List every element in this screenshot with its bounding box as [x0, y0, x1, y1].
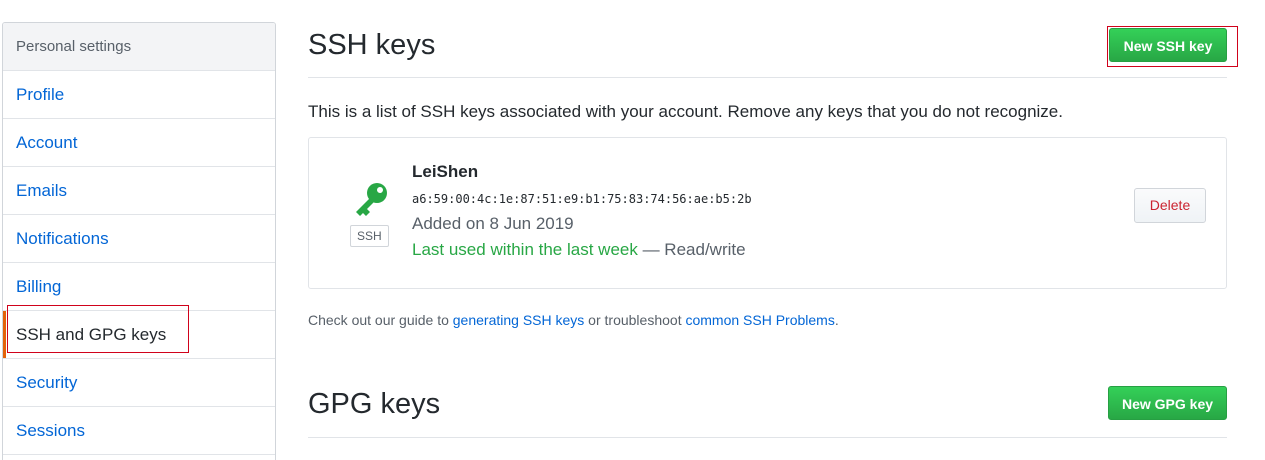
sidebar-item-notifications[interactable]: Notifications — [3, 215, 275, 263]
new-ssh-key-button[interactable]: New SSH key — [1109, 28, 1227, 62]
sidebar-item-sessions[interactable]: Sessions — [3, 407, 275, 455]
gpg-keys-title: GPG keys — [308, 388, 441, 420]
key-added-date: Added on 8 Jun 2019 — [412, 214, 574, 233]
sidebar-item-billing[interactable]: Billing — [3, 263, 275, 311]
gpg-section-header: GPG keys New GPG key — [308, 360, 1227, 438]
guide-suffix: . — [834, 312, 839, 328]
sidebar-item-account[interactable]: Account — [3, 119, 275, 167]
main-content: SSH keys New SSH key This is a list of S… — [308, 0, 1238, 438]
sidebar-header: Personal settings — [3, 23, 275, 71]
sidebar-item-ssh-gpg-keys[interactable]: SSH and GPG keys — [3, 311, 275, 359]
key-last-used: Last used within the last week — Read/wr… — [412, 240, 746, 260]
generating-ssh-keys-link[interactable]: generating SSH keys — [453, 312, 585, 328]
delete-key-button[interactable]: Delete — [1134, 188, 1206, 223]
guide-prefix: Check out our guide to — [308, 312, 453, 328]
key-access-level: — Read/write — [637, 240, 746, 259]
ssh-intro-text: This is a list of SSH keys associated wi… — [308, 102, 1063, 121]
key-fingerprint: a6:59:00:4c:1e:87:51:e9:b1:75:83:74:56:a… — [412, 192, 752, 206]
settings-sidebar: Personal settings Profile Account Emails… — [2, 22, 276, 460]
new-gpg-key-button[interactable]: New GPG key — [1108, 386, 1227, 420]
ssh-key-item: SSH LeiShen a6:59:00:4c:1e:87:51:e9:b1:7… — [308, 137, 1227, 289]
sidebar-item-profile[interactable]: Profile — [3, 71, 275, 119]
common-ssh-problems-link[interactable]: common SSH Problems — [685, 312, 834, 328]
key-icon — [351, 180, 391, 220]
key-title: LeiShen — [412, 162, 479, 181]
ssh-badge: SSH — [350, 225, 389, 247]
guide-middle: or troubleshoot — [584, 312, 686, 328]
ssh-guide-text: Check out our guide to generating SSH ke… — [308, 312, 839, 328]
sidebar-item-emails[interactable]: Emails — [3, 167, 275, 215]
ssh-section-header: SSH keys New SSH key — [308, 0, 1227, 78]
sidebar-item-security[interactable]: Security — [3, 359, 275, 407]
ssh-keys-title: SSH keys — [308, 29, 436, 61]
key-last-used-text: Last used within the last week — [412, 240, 638, 259]
